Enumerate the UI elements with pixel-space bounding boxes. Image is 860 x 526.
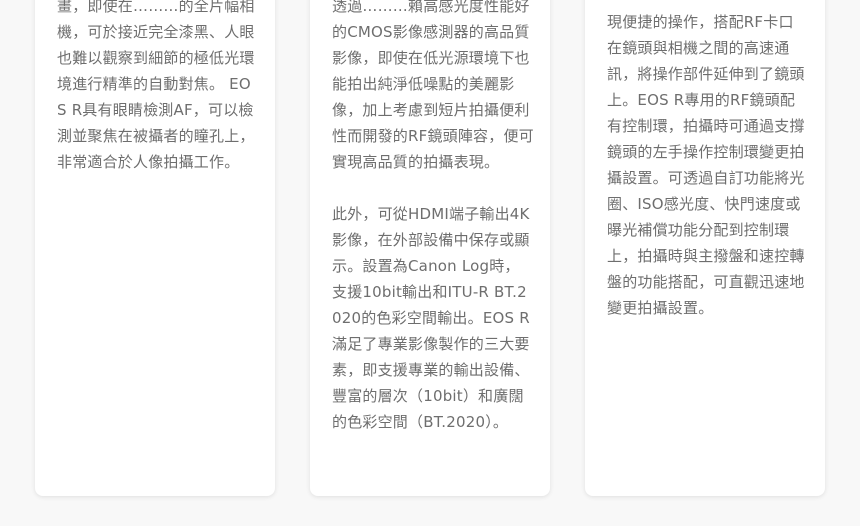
- feature-card-autofocus: 畫，即使在………的全片幅相機，可於接近完全漆黑、人眼也難以觀察到細節的極低光環境…: [35, 0, 275, 496]
- card-paragraph: 畫，即使在………的全片幅相機，可於接近完全漆黑、人眼也難以觀察到細節的極低光環境…: [57, 0, 255, 171]
- feature-card-control-ring: 現便捷的操作，搭配RF卡口在鏡頭與相機之間的高速通訊，將操作部件延伸到了鏡頭上。…: [585, 0, 825, 496]
- feature-card-video: 透過………賴高感光度性能好的CMOS影像感測器的高品質影像，即使在低光源環境下也…: [310, 0, 550, 496]
- card-text: 透過………賴高感光度性能好的CMOS影像感測器的高品質影像，即使在低光源環境下也…: [332, 0, 534, 435]
- card-paragraph: 此外，可從HDMI端子輸出4K影像，在外部設備中保存或顯示。設置為Canon L…: [332, 205, 530, 431]
- card-text: 現便捷的操作，搭配RF卡口在鏡頭與相機之間的高速通訊，將操作部件延伸到了鏡頭上。…: [607, 9, 807, 321]
- card-text: 畫，即使在………的全片幅相機，可於接近完全漆黑、人眼也難以觀察到細節的極低光環境…: [57, 0, 255, 175]
- card-paragraph: 透過………賴高感光度性能好的CMOS影像感測器的高品質影像，即使在低光源環境下也…: [332, 0, 534, 171]
- card-paragraph: 現便捷的操作，搭配RF卡口在鏡頭與相機之間的高速通訊，將操作部件延伸到了鏡頭上。…: [607, 13, 805, 317]
